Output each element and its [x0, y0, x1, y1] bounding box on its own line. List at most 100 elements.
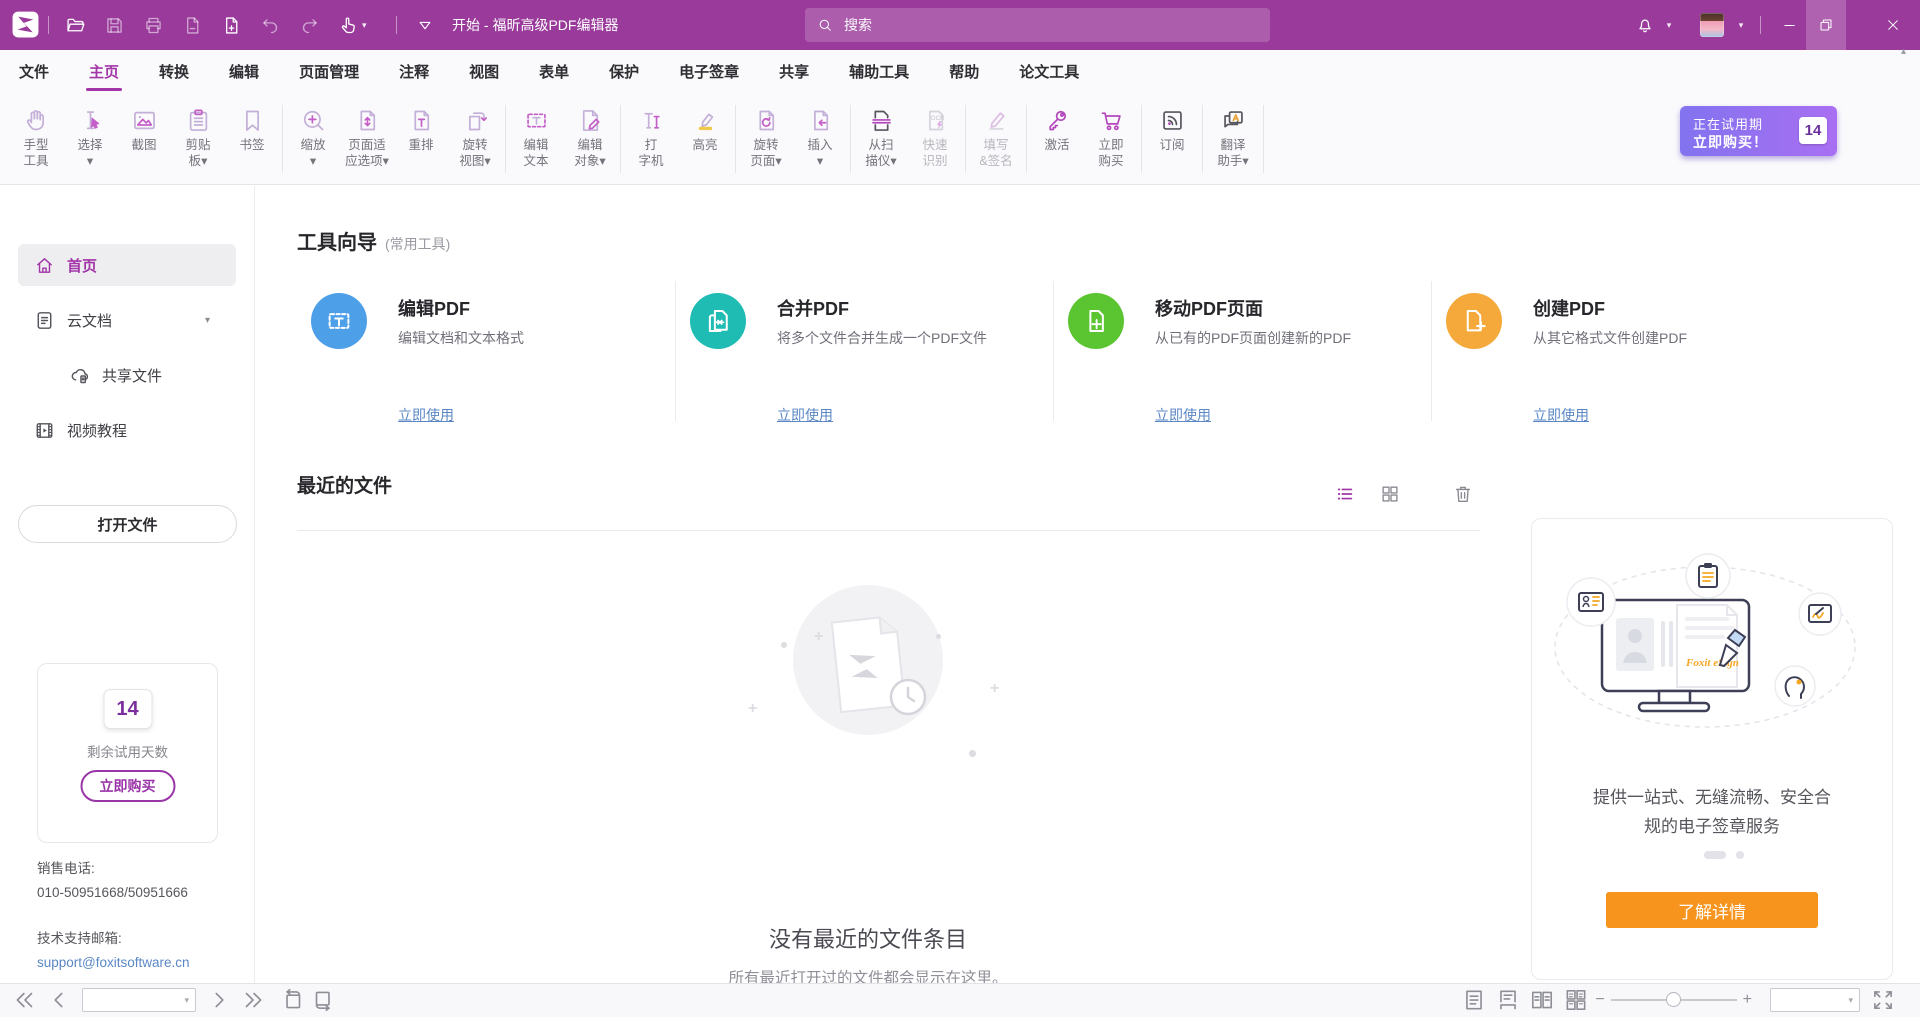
use-now-link[interactable]: 立即使用	[1155, 405, 1211, 425]
page-number-input[interactable]	[83, 989, 179, 1011]
tool-激活[interactable]: 激活	[1030, 105, 1084, 173]
tool-选择[interactable]: 选择▾	[63, 105, 117, 173]
close-icon	[1885, 17, 1901, 33]
list-view-button[interactable]	[1334, 483, 1358, 507]
tool-页面适应选项[interactable]: 页面适应选项▾	[340, 105, 394, 173]
tool-剪贴板[interactable]: 剪贴板▾	[171, 105, 225, 173]
zoom-level-box[interactable]: ▾	[1770, 988, 1860, 1012]
page-number-box[interactable]: ▾	[82, 988, 196, 1012]
tool-手型工具[interactable]: 手型工具	[9, 105, 63, 173]
sidebar-item-共享文件[interactable]: 共享文件	[18, 354, 236, 396]
previous-view-button[interactable]	[280, 987, 306, 1013]
esign-tagline-line2: 规的电子签章服务	[1532, 812, 1892, 837]
empty-state-description: 所有最近打开过的文件都会显示在这里。	[256, 966, 1480, 984]
zoom-level-input[interactable]	[1771, 989, 1843, 1011]
menu-电子签章[interactable]: 电子签章	[679, 50, 739, 96]
list-view-icon	[1334, 483, 1356, 505]
menu-页面管理[interactable]: 页面管理	[299, 50, 359, 96]
restore-button[interactable]	[1806, 0, 1846, 50]
grid-view-button[interactable]	[1379, 483, 1403, 507]
tool-编辑文本[interactable]: 编辑文本	[509, 105, 563, 173]
notifications-dropdown[interactable]: ▾	[1662, 0, 1676, 50]
quick-tool-redo[interactable]	[290, 0, 329, 50]
menu-辅助工具[interactable]: 辅助工具	[849, 50, 909, 96]
tool-翻译助手[interactable]: 翻译助手▾	[1206, 105, 1260, 173]
buy-now-button[interactable]: 立即购买	[80, 770, 175, 802]
continuous-facing-view-button[interactable]	[1563, 987, 1589, 1013]
tool-插入[interactable]: 插入▾	[793, 105, 847, 173]
clear-recent-button[interactable]	[1452, 483, 1476, 507]
chevron-down-icon[interactable]: ▾	[205, 315, 210, 326]
next-view-button[interactable]	[310, 987, 336, 1013]
sidebar-item-视频教程[interactable]: 视频教程	[18, 409, 236, 451]
use-now-link[interactable]: 立即使用	[1533, 405, 1589, 425]
quick-tool-page-copy[interactable]	[173, 0, 212, 50]
support-email-link[interactable]: support@foxitsoftware.cn	[37, 955, 190, 970]
learn-more-button[interactable]: 了解详情	[1606, 892, 1818, 928]
tool-截图[interactable]: 截图	[117, 105, 171, 173]
menu-转换[interactable]: 转换	[159, 50, 189, 96]
quick-tool-undo[interactable]	[251, 0, 290, 50]
zoom-dropdown-caret-icon[interactable]: ▾	[1848, 995, 1853, 1006]
continuous-view-button[interactable]	[1495, 987, 1521, 1013]
menu-主页[interactable]: 主页	[89, 50, 119, 96]
first-page-button[interactable]	[12, 987, 38, 1013]
menu-文件[interactable]: 文件	[19, 50, 49, 96]
zoom-out-button[interactable]: −	[1589, 991, 1610, 1009]
tool-重排[interactable]: 重排	[394, 105, 448, 173]
previous-page-button[interactable]	[46, 987, 72, 1013]
account-dropdown[interactable]: ▾	[1734, 0, 1748, 50]
carousel-dot-active[interactable]	[1704, 851, 1726, 859]
menu-视图[interactable]: 视图	[469, 50, 499, 96]
tool-打字机[interactable]: 打字机	[624, 105, 678, 173]
ribbon-collapse-button[interactable]: ▴	[1901, 46, 1906, 57]
zoom-in-button[interactable]: +	[1737, 991, 1758, 1009]
search-input[interactable]	[842, 16, 1258, 34]
quick-tool-open-folder[interactable]	[56, 0, 95, 50]
tool-书签[interactable]: 书签	[225, 105, 279, 173]
tool-高亮[interactable]: 高亮	[678, 105, 732, 173]
search-box[interactable]	[805, 8, 1270, 42]
quick-tool-dropdown-caret[interactable]: ▾	[362, 20, 374, 31]
open-file-button[interactable]: 打开文件	[18, 505, 237, 543]
use-now-link[interactable]: 立即使用	[398, 405, 454, 425]
tool-填写签名[interactable]: 填写&签名	[969, 105, 1023, 173]
carousel-dot[interactable]	[1736, 851, 1744, 859]
next-page-button[interactable]	[206, 987, 232, 1013]
close-button[interactable]	[1870, 0, 1916, 50]
tool-立即购买[interactable]: 立即购买	[1084, 105, 1138, 173]
tool-订阅[interactable]: 订阅	[1145, 105, 1199, 173]
menu-帮助[interactable]: 帮助	[949, 50, 979, 96]
minimize-button[interactable]	[1772, 0, 1806, 50]
tool-旋转页面[interactable]: 旋转页面▾	[739, 105, 793, 173]
menu-论文工具[interactable]: 论文工具	[1019, 50, 1079, 96]
trial-purchase-badge[interactable]: 正在试用期 立即购买！ 14	[1680, 106, 1837, 156]
quick-tool-print[interactable]	[134, 0, 173, 50]
quick-tool-save[interactable]	[95, 0, 134, 50]
sidebar-item-云文档[interactable]: 云文档▾	[18, 299, 236, 341]
select-icon	[77, 107, 104, 134]
use-now-link[interactable]: 立即使用	[777, 405, 833, 425]
menu-表单[interactable]: 表单	[539, 50, 569, 96]
tool-从扫描仪[interactable]: 从扫描仪▾	[854, 105, 908, 173]
sidebar-item-首页[interactable]: 首页	[18, 244, 236, 286]
tool-快速识别[interactable]: OCR快速识别	[908, 105, 962, 173]
quick-tool-page-new[interactable]	[212, 0, 251, 50]
menu-保护[interactable]: 保护	[609, 50, 639, 96]
menu-注释[interactable]: 注释	[399, 50, 429, 96]
user-avatar[interactable]	[1700, 13, 1724, 37]
facing-view-button[interactable]	[1529, 987, 1555, 1013]
menu-编辑[interactable]: 编辑	[229, 50, 259, 96]
tool-编辑对象[interactable]: 编辑对象▾	[563, 105, 617, 173]
notifications-button[interactable]	[1630, 0, 1660, 50]
page-dropdown-caret-icon[interactable]: ▾	[184, 995, 189, 1006]
last-page-button[interactable]	[240, 987, 266, 1013]
menu-共享[interactable]: 共享	[779, 50, 809, 96]
zoom-slider-thumb[interactable]	[1666, 992, 1681, 1007]
customize-quick-access-button[interactable]	[408, 0, 442, 50]
zoom-slider[interactable]	[1611, 999, 1737, 1001]
tool-缩放[interactable]: 缩放▾	[286, 105, 340, 173]
tool-旋转视图[interactable]: 旋转视图▾	[448, 105, 502, 173]
fullscreen-button[interactable]	[1870, 987, 1896, 1013]
single-page-view-button[interactable]	[1461, 987, 1487, 1013]
